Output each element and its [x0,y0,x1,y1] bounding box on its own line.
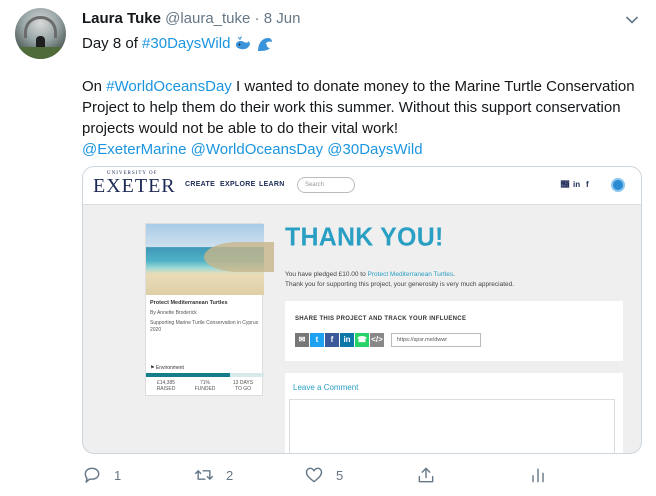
body-prefix: On [82,78,107,95]
project-card: Protect Mediterranean Turtles By Annette… [145,223,274,396]
like-count: 5 [336,467,344,483]
reply-icon [84,467,100,483]
attached-image[interactable]: UNIVERSITY OF EXETER CREATE EXPLORE LEAR… [82,166,642,454]
like-button[interactable]: 5 [304,464,343,486]
beach-photo [146,224,274,295]
share-icon [418,467,434,483]
card-tag-label: Environment [155,365,184,371]
chevron-down-icon[interactable] [624,12,640,28]
embed-share-icon: </> [370,333,384,347]
tweet-date[interactable]: 8 Jun [264,10,301,27]
pledge-prefix: You have pledged £10.00 to [285,271,368,278]
mention-exetermarine[interactable]: @ExeterMarine [82,141,186,158]
support-text: Thank you for supporting this project, y… [285,281,515,288]
facebook-icon: f [586,180,589,189]
tweet-header: Laura Tuke @laura_tuke · 8 Jun [82,10,300,27]
twitter-share-icon: t [310,333,324,347]
email-share-icon: ✉ [295,333,309,347]
share-title: SHARE THIS PROJECT AND TRACK YOUR INFLUE… [295,316,467,322]
retweet-icon [194,470,214,480]
whale-icon [236,36,251,50]
retweet-button[interactable]: 2 [194,464,233,486]
avatar[interactable] [15,8,66,59]
funding-progress [146,373,264,377]
pledge-link: Protect Mediterranean Turtles [367,271,454,278]
stat-funded: 71% FUNDED [187,380,223,392]
share-panel: SHARE THIS PROJECT AND TRACK YOUR INFLUE… [285,301,623,361]
share-icons: ✉ t f in ☎ </> [295,333,384,347]
avatar-arch [24,16,57,38]
day-label: Day 8 of [82,35,138,52]
nav-create: CREATE [185,181,216,188]
reply-button[interactable]: 1 [82,464,121,486]
retweet-count: 2 [226,467,234,483]
tweet-first-line: Day 8 of #30DaysWild [82,34,274,54]
stat-raised-label: RAISED [156,386,176,392]
card-tag: ⚑ Environment [150,365,184,371]
analytics-icon [532,468,544,483]
nav-learn: LEARN [259,181,285,188]
funding-progress-fill [146,373,230,377]
thank-you-heading: THANK YOU! [285,222,444,252]
stat-days-label: TO GO [234,386,252,392]
linkedin-icon: in [573,180,581,189]
card-description: Supporting Marine Turtle Conservation in… [150,320,259,333]
stat-raised: £14,385 RAISED [148,380,184,392]
wave-icon [258,38,273,51]
exeter-logo: UNIVERSITY OF EXETER [93,171,175,201]
heart-icon [305,467,323,483]
tag-icon: ⚑ [150,365,155,371]
stat-funded-label: FUNDED [194,386,216,392]
analytics-button[interactable] [528,464,548,486]
author-handle[interactable]: @laura_tuke [165,10,250,27]
logo-exeter: EXETER [93,175,176,197]
tweet-body: On #WorldOceansDay I wanted to donate mo… [82,76,642,160]
hashtag-30dayswild[interactable]: #30DaysWild [142,34,230,54]
site-navbar: UNIVERSITY OF EXETER CREATE EXPLORE LEAR… [83,167,641,205]
mention-30dayswild[interactable]: @30DaysWild [327,141,422,158]
pledge-text: You have pledged £10.00 to Protect Medit… [285,271,455,278]
avatar-grass [15,47,66,59]
stat-days: 13 DAYS TO GO [225,380,261,392]
mention-worldoceansday[interactable]: @WorldOceansDay [191,141,324,158]
linkedin-share-icon: in [340,333,354,347]
nav-explore: EXPLORE [220,181,256,188]
twitter-icon: 𝕈 [561,180,569,189]
comment-textarea [289,399,615,453]
hashtag-worldoceansday[interactable]: #WorldOceansDay [106,78,232,95]
share-button[interactable] [416,464,436,486]
comment-panel: Leave a Comment [285,373,623,453]
author-name[interactable]: Laura Tuke [82,10,161,27]
reply-count: 1 [114,467,122,483]
card-author: By Annette Broderick [150,310,197,316]
comment-title: Leave a Comment [293,383,359,392]
whatsapp-share-icon: ☎ [355,333,369,347]
card-title: Protect Mediterranean Turtles [150,300,228,306]
site-search-input: Search [297,177,355,193]
pledge-suffix: . [453,271,455,278]
meta-separator: · [250,10,264,27]
share-url-field: https://spsr.me/dwwr [391,333,481,347]
facebook-share-icon: f [325,333,339,347]
user-account-icon [611,178,625,192]
